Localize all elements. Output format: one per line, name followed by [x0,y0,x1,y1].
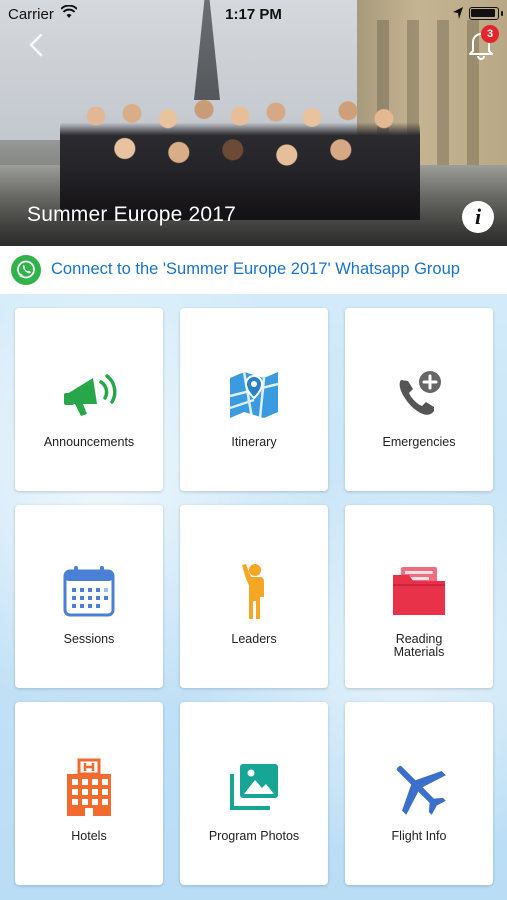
page-title: Summer Europe 2017 [27,203,237,226]
location-arrow-icon [453,7,463,19]
person-icon [242,564,264,619]
tile-label: Hotels [71,829,107,843]
tile-label: Sessions [63,632,115,646]
photos-icon [230,764,278,810]
folder-icon [393,567,445,615]
tile-sessions[interactable]: Sessions [15,505,163,688]
tile-label: Flight Info [391,829,447,843]
tile-label: Reading Materials [393,632,445,659]
tile-label: Program Photos [208,829,300,843]
phone-plus-icon [399,371,441,415]
tile-label: Emergencies [382,435,456,449]
status-bar: Carrier 1:17 PM [0,0,507,28]
calendar-icon [63,566,115,617]
whatsapp-link-text[interactable]: Connect to the 'Summer Europe 2017' What… [51,260,460,279]
tile-label: Leaders [231,632,277,646]
tile-flight-info[interactable]: Flight Info [345,702,493,885]
megaphone-icon [64,374,117,416]
tile-emergencies[interactable]: Emergencies [345,308,493,491]
tile-leaders[interactable]: Leaders [180,505,328,688]
back-button[interactable] [22,30,52,60]
airplane-icon [396,765,446,815]
whatsapp-icon [11,255,41,285]
tile-program-photos[interactable]: Program Photos [180,702,328,885]
whatsapp-connect-bar[interactable]: Connect to the 'Summer Europe 2017' What… [0,246,507,294]
tile-hotels[interactable]: Hotels [15,702,163,885]
clock: 1:17 PM [225,6,282,23]
tile-label: Itinerary [231,435,277,449]
tile-itinerary[interactable]: Itinerary [180,308,328,491]
notification-badge: 3 [481,25,499,43]
hotel-icon [67,758,111,816]
tile-label: Announcements [43,435,135,449]
tile-announcements[interactable]: Announcements [15,308,163,491]
map-icon [229,371,279,419]
battery-icon [469,7,503,20]
tile-reading-materials[interactable]: Reading Materials [345,505,493,688]
info-button[interactable]: i [462,201,494,233]
